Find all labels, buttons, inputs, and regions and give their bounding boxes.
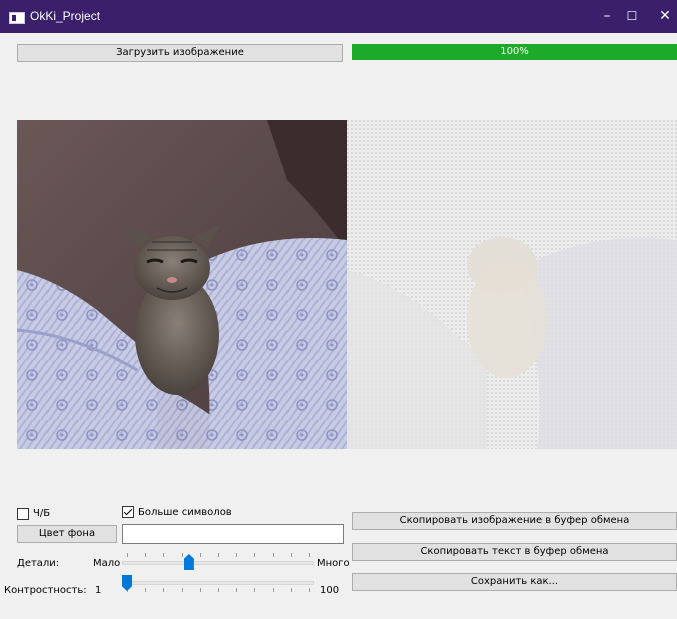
close-button[interactable]: ✕ — [645, 0, 677, 33]
result-image — [347, 120, 677, 449]
copy-image-button[interactable]: Скопировать изображение в буфер обмена — [352, 512, 677, 530]
contrast-slider[interactable] — [122, 574, 314, 596]
contrast-label: Контростность: — [4, 585, 87, 596]
title-bar: OkKi_Project – ☐ ✕ — [0, 0, 677, 33]
slider-tick — [145, 588, 147, 592]
window-title: OkKi_Project — [30, 9, 101, 23]
details-min-label: Мало — [93, 558, 121, 569]
slider-tick — [309, 553, 310, 557]
more-symbols-checkbox[interactable] — [122, 506, 134, 518]
slider-tick — [290, 588, 292, 592]
slider-tick — [181, 553, 183, 557]
slider-tick — [218, 553, 219, 557]
slider-tick — [145, 553, 147, 557]
slider-tick — [272, 588, 274, 592]
app-window-icon — [9, 12, 25, 24]
contrast-min-label: 1 — [95, 585, 102, 596]
slider-tick — [199, 553, 201, 557]
slider-tick — [309, 588, 310, 592]
contrast-max-label: 100 — [320, 585, 340, 596]
bw-checkbox[interactable] — [17, 508, 29, 520]
slider-tick — [290, 553, 292, 557]
load-image-button[interactable]: Загрузить изображение — [17, 44, 343, 62]
progress-bar: 100% — [352, 44, 677, 60]
details-label: Детали: — [17, 558, 60, 569]
slider-tick — [272, 553, 274, 557]
kitten-photo-icon — [17, 120, 347, 449]
slider-tick — [236, 588, 238, 592]
slider-tick — [254, 588, 256, 592]
slider-tick — [236, 553, 238, 557]
more-symbols-label: Больше символов — [138, 507, 232, 518]
slider-tick — [181, 588, 183, 592]
details-slider[interactable] — [122, 550, 314, 572]
bg-color-field[interactable] — [122, 524, 344, 544]
slider-tick — [254, 553, 256, 557]
slider-tick — [218, 588, 219, 592]
details-max-label: Много — [317, 558, 350, 569]
source-image — [17, 120, 347, 449]
slider-tick — [127, 553, 128, 557]
bw-label: Ч/Б — [33, 508, 51, 519]
ascii-art-preview-icon — [347, 120, 677, 449]
details-slider-handle[interactable] — [183, 554, 194, 570]
slider-tick — [163, 553, 165, 557]
copy-text-button[interactable]: Скопировать текст в буфер обмена — [352, 543, 677, 561]
slider-tick — [199, 588, 201, 592]
slider-tick — [163, 588, 165, 592]
save-as-button[interactable]: Сохранить как... — [352, 573, 677, 591]
contrast-slider-handle[interactable] — [122, 575, 132, 591]
bg-color-button[interactable]: Цвет фона — [17, 525, 117, 543]
